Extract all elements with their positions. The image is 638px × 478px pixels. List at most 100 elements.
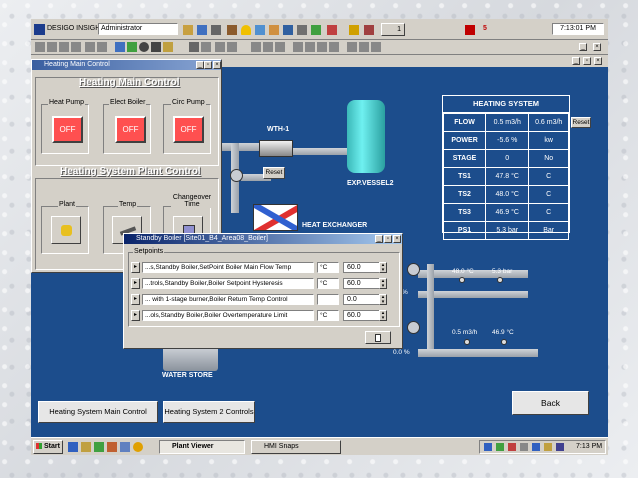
tool-16-icon[interactable] xyxy=(263,42,273,52)
heat-exchanger-symbol[interactable] xyxy=(253,204,298,231)
standby-titlebar[interactable]: Standby Boiler [Site01_B4_Area08_Boiler] xyxy=(124,234,402,244)
plant-button[interactable] xyxy=(51,216,81,244)
tool-2-icon[interactable] xyxy=(47,42,57,52)
tool-6-icon[interactable] xyxy=(97,42,107,52)
sb-close-button[interactable]: × xyxy=(393,235,401,243)
quicklaunch-4-icon[interactable] xyxy=(107,442,117,452)
standby-exit-button[interactable] xyxy=(365,331,391,344)
sensor-dot-t1[interactable] xyxy=(459,277,465,283)
tool-18-icon[interactable] xyxy=(293,42,303,52)
toolbar-icon-d[interactable] xyxy=(227,25,237,35)
toolbar-icon-h[interactable] xyxy=(297,25,307,35)
quicklaunch-6-icon[interactable] xyxy=(133,442,143,452)
heat-pump-off-button[interactable]: OFF xyxy=(52,116,83,143)
setpoint-expand-button[interactable]: ▸ xyxy=(131,278,140,289)
setpoint-spin-button[interactable]: ▴ ▾ xyxy=(379,294,387,305)
setpoint-spin-button[interactable]: ▴ ▾ xyxy=(379,262,387,273)
tray-7-icon[interactable] xyxy=(556,443,564,451)
quicklaunch-5-icon[interactable] xyxy=(120,442,130,452)
tool-1-icon[interactable] xyxy=(35,42,45,52)
sensor-dot-f1[interactable] xyxy=(464,339,470,345)
quicklaunch-1-icon[interactable] xyxy=(68,442,78,452)
alarm-bell-icon[interactable] xyxy=(241,25,251,35)
setpoint-spin-button[interactable]: ▴ ▾ xyxy=(379,278,387,289)
tool-24-icon[interactable] xyxy=(371,42,381,52)
toolbar-icon-b[interactable] xyxy=(197,25,207,35)
toolbar-icon-k[interactable] xyxy=(349,25,359,35)
toolbar-icon-f[interactable] xyxy=(269,25,279,35)
heating-system-2-button[interactable]: Heating System 2 Controls xyxy=(163,401,255,423)
mdi-close-button[interactable]: × xyxy=(594,57,602,65)
tool-17-icon[interactable] xyxy=(275,42,285,52)
tray-4-icon[interactable] xyxy=(520,443,528,451)
tool-4-icon[interactable] xyxy=(71,42,81,52)
toolbar-icon-e[interactable] xyxy=(255,25,265,35)
tray-1-icon[interactable] xyxy=(484,443,492,451)
tool-15-icon[interactable] xyxy=(251,42,261,52)
user-field[interactable]: Administrator xyxy=(98,23,178,35)
tool-9-icon[interactable] xyxy=(139,42,149,52)
print-icon[interactable] xyxy=(189,42,199,52)
tool-21-icon[interactable] xyxy=(329,42,339,52)
hm-close-button[interactable]: × xyxy=(213,61,221,69)
tool-5-icon[interactable] xyxy=(85,42,95,52)
back-button[interactable]: Back xyxy=(512,391,589,415)
toolbar-icon-i[interactable] xyxy=(311,25,321,35)
pump-right-upper[interactable] xyxy=(407,263,420,276)
heating-main-control-button[interactable]: Heating System Main Control xyxy=(38,401,158,423)
mdi-restore-button[interactable]: ▫ xyxy=(583,57,591,65)
sb-restore-button[interactable]: ▫ xyxy=(384,235,392,243)
toolbar-icon-c[interactable] xyxy=(211,25,221,35)
tool-10-icon[interactable] xyxy=(151,42,161,52)
tool-13-icon[interactable] xyxy=(215,42,225,52)
setpoint-expand-button[interactable]: ▸ xyxy=(131,262,140,273)
workspace-minimize-button[interactable]: _ xyxy=(579,43,587,51)
setpoint-expand-button[interactable]: ▸ xyxy=(131,294,140,305)
tray-5-icon[interactable] xyxy=(532,443,540,451)
sensor-dot-p1[interactable] xyxy=(497,277,503,283)
elect-boiler-off-button[interactable]: OFF xyxy=(115,116,146,143)
taskbar-hmi-snaps[interactable]: HMI Snaps xyxy=(251,440,341,454)
hs-row: PS1 5.3 bar Bar xyxy=(442,221,569,240)
tool-19-icon[interactable] xyxy=(305,42,315,52)
pump-symbol[interactable] xyxy=(230,169,243,182)
tray-3-icon[interactable] xyxy=(508,443,516,451)
quicklaunch-2-icon[interactable] xyxy=(81,442,91,452)
toolbar-counter[interactable]: 1 xyxy=(381,23,405,36)
tool-22-icon[interactable] xyxy=(347,42,357,52)
sensor-dot-t2[interactable] xyxy=(501,339,507,345)
alarm-icon[interactable] xyxy=(465,25,475,35)
sb-minimize-button[interactable]: _ xyxy=(375,235,383,243)
tool-12-icon[interactable] xyxy=(201,42,211,52)
tool-8-icon[interactable] xyxy=(127,42,137,52)
toolbar-icon-g[interactable] xyxy=(283,25,293,35)
toolbar-icon-j[interactable] xyxy=(327,25,337,35)
tool-11-icon[interactable] xyxy=(163,42,173,52)
expansion-vessel[interactable] xyxy=(347,100,385,173)
tray-2-icon[interactable] xyxy=(496,443,504,451)
hm-restore-button[interactable]: ▫ xyxy=(204,61,212,69)
hm-minimize-button[interactable]: _ xyxy=(196,61,204,69)
setpoint-expand-button[interactable]: ▸ xyxy=(131,310,140,321)
toolbar-icon-l[interactable] xyxy=(364,25,374,35)
heating-main-titlebar[interactable]: Heating Main Control xyxy=(32,60,221,70)
tray-6-icon[interactable] xyxy=(544,443,552,451)
water-store-tank[interactable] xyxy=(163,346,218,371)
tool-7-icon[interactable] xyxy=(115,42,125,52)
pump-right-lower[interactable] xyxy=(407,321,420,334)
toolbar-icon-a[interactable] xyxy=(183,25,193,35)
start-button[interactable]: Start xyxy=(33,440,63,454)
workspace-close-button[interactable]: × xyxy=(593,43,601,51)
quicklaunch-3-icon[interactable] xyxy=(94,442,104,452)
tool-23-icon[interactable] xyxy=(359,42,369,52)
mdi-minimize-button[interactable]: _ xyxy=(572,57,580,65)
tool-3-icon[interactable] xyxy=(59,42,69,52)
taskbar-plant-viewer[interactable]: Plant Viewer xyxy=(159,440,245,454)
circ-pump-off-button[interactable]: OFF xyxy=(173,116,204,143)
wth-reset-button[interactable]: Reset xyxy=(263,167,285,179)
heating-system-reset-button[interactable]: Reset xyxy=(571,117,591,128)
tool-14-icon[interactable] xyxy=(227,42,237,52)
tool-20-icon[interactable] xyxy=(317,42,327,52)
wth-unit[interactable] xyxy=(259,140,293,157)
setpoint-spin-button[interactable]: ▴ ▾ xyxy=(379,310,387,321)
